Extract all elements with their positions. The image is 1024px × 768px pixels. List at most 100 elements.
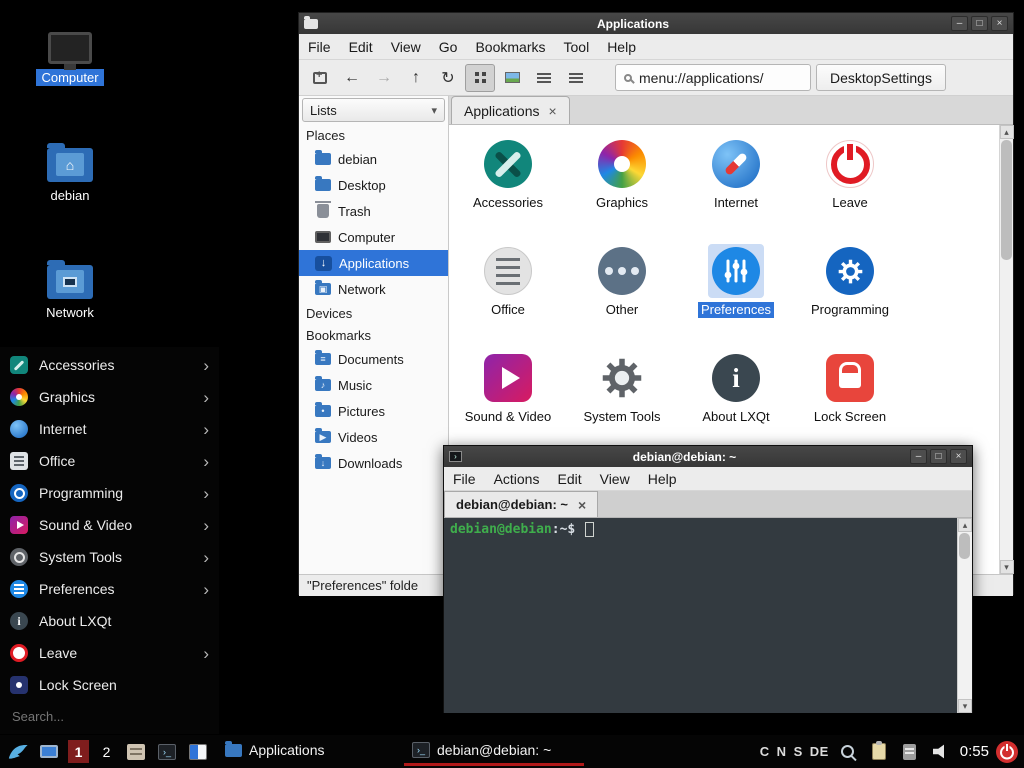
menu-bookmarks[interactable]: Bookmarks (466, 39, 554, 55)
menu-item-accessories[interactable]: Accessories › (0, 349, 219, 381)
show-desktop-button[interactable] (37, 740, 61, 764)
menu-file[interactable]: File (444, 471, 485, 487)
quicklaunch-terminal-button[interactable]: ›_ (155, 740, 179, 764)
tray-clipboard-button[interactable] (867, 740, 891, 764)
sidebar-item-music[interactable]: ♪ Music (299, 372, 448, 398)
fm-icon-sound-video[interactable]: Sound & Video (451, 351, 565, 458)
sidebar-item-applications[interactable]: ↓ Applications (299, 250, 448, 276)
numlock-indicator[interactable]: N (777, 744, 787, 759)
scroll-down-icon[interactable]: ▾ (1000, 560, 1014, 574)
volume-button[interactable] (929, 740, 953, 764)
detailed-view-button[interactable] (561, 64, 591, 92)
menu-edit[interactable]: Edit (340, 39, 382, 55)
fm-icon-accessories[interactable]: Accessories (451, 137, 565, 244)
menu-item-internet[interactable]: Internet › (0, 413, 219, 445)
sidebar-item-videos[interactable]: ▶ Videos (299, 424, 448, 450)
clock[interactable]: 0:55 (960, 743, 989, 760)
sidebar-item-pictures[interactable]: • Pictures (299, 398, 448, 424)
menu-actions[interactable]: Actions (485, 471, 549, 487)
menu-item-system-tools[interactable]: System Tools › (0, 541, 219, 573)
task-terminal[interactable]: ›_ debian@debian: ~ (404, 737, 584, 766)
scroll-up-icon[interactable]: ▴ (1000, 125, 1014, 139)
tab-close-icon[interactable]: × (578, 498, 586, 512)
menu-help[interactable]: Help (598, 39, 645, 55)
menu-view[interactable]: View (591, 471, 639, 487)
menu-tool[interactable]: Tool (555, 39, 599, 55)
menu-item-sound-video[interactable]: Sound & Video › (0, 509, 219, 541)
tray-search-button[interactable] (836, 740, 860, 764)
menu-go[interactable]: Go (430, 39, 467, 55)
menu-item-about-lxqt[interactable]: About LXQt (0, 605, 219, 637)
up-button[interactable]: ↑ (401, 64, 431, 92)
scroll-up-icon[interactable]: ▴ (958, 518, 972, 532)
search-input[interactable] (12, 709, 207, 724)
desktop-icon-debian[interactable]: ⌂ debian (24, 138, 116, 204)
back-button[interactable]: ← (337, 64, 367, 92)
sidebar-item-network[interactable]: ▣ Network (299, 276, 448, 302)
sidebar-mode-select[interactable]: Lists ▾ (302, 98, 445, 122)
sidebar-item-trash[interactable]: Trash (299, 198, 448, 224)
scrolllock-indicator[interactable]: S (794, 744, 803, 759)
sidebar-item-downloads[interactable]: ↓ Downloads (299, 450, 448, 476)
path-bar[interactable]: menu://applications/ (615, 64, 811, 91)
workspace-2-button[interactable]: 2 (96, 740, 117, 763)
menu-item-leave[interactable]: Leave › (0, 637, 219, 669)
fm-icon-preferences[interactable]: Preferences (679, 244, 793, 351)
menu-file[interactable]: File (299, 39, 340, 55)
desktop-icon-computer[interactable]: Computer (24, 20, 116, 86)
menu-help[interactable]: Help (639, 471, 686, 487)
fm-icon-lock-screen[interactable]: Lock Screen (793, 351, 907, 458)
fm-icon-office[interactable]: Office (451, 244, 565, 351)
menu-view[interactable]: View (382, 39, 430, 55)
quicklaunch-file-manager-button[interactable] (124, 740, 148, 764)
menu-item-graphics[interactable]: Graphics › (0, 381, 219, 413)
maximize-button[interactable]: □ (930, 449, 947, 464)
desktopsettings-breadcrumb-button[interactable]: DesktopSettings (816, 64, 946, 91)
menu-edit[interactable]: Edit (548, 471, 590, 487)
icon-view-button[interactable] (465, 64, 495, 92)
close-button[interactable]: × (991, 16, 1008, 31)
forward-button[interactable]: → (369, 64, 399, 92)
sidebar-item-debian[interactable]: debian (299, 146, 448, 172)
tray-updates-button[interactable] (898, 740, 922, 764)
fm-icon-leave[interactable]: Leave (793, 137, 907, 244)
sidebar-item-computer[interactable]: Computer (299, 224, 448, 250)
terminal-scrollbar[interactable]: ▴ ▾ (957, 518, 972, 713)
thumbnail-view-button[interactable] (497, 64, 527, 92)
compact-view-button[interactable] (529, 64, 559, 92)
power-button[interactable] (996, 741, 1018, 763)
fm-icon-about-lxqt[interactable]: About LXQt (679, 351, 793, 458)
close-button[interactable]: × (950, 449, 967, 464)
sidebar-item-documents[interactable]: ≡ Documents (299, 346, 448, 372)
terminal-output[interactable]: debian@debian:~$ (444, 518, 957, 713)
workspace-1-button[interactable]: 1 (68, 740, 89, 763)
minimize-button[interactable]: – (910, 449, 927, 464)
desktop-icon-network[interactable]: Network (24, 255, 116, 321)
tab-applications[interactable]: Applications × (451, 96, 570, 124)
menu-item-office[interactable]: Office › (0, 445, 219, 477)
menu-item-programming[interactable]: Programming › (0, 477, 219, 509)
terminal-tab[interactable]: debian@debian: ~ × (444, 491, 598, 517)
menu-item-preferences[interactable]: Preferences › (0, 573, 219, 605)
fm-scrollbar[interactable]: ▴ ▾ (999, 125, 1013, 574)
task-applications[interactable]: Applications (217, 737, 397, 766)
refresh-button[interactable]: ↻ (433, 64, 463, 92)
capslock-indicator[interactable]: C (760, 744, 770, 759)
tab-close-icon[interactable]: × (549, 104, 557, 118)
fm-icon-programming[interactable]: Programming (793, 244, 907, 351)
fm-icon-internet[interactable]: Internet (679, 137, 793, 244)
new-tab-button[interactable] (305, 64, 335, 92)
maximize-button[interactable]: □ (971, 16, 988, 31)
quicklaunch-editor-button[interactable] (186, 740, 210, 764)
fm-icon-other[interactable]: Other (565, 244, 679, 351)
fm-titlebar[interactable]: Applications – □ × (299, 13, 1013, 34)
scroll-down-icon[interactable]: ▾ (958, 699, 972, 713)
minimize-button[interactable]: – (951, 16, 968, 31)
lxqt-menu-button[interactable] (6, 740, 30, 764)
terminal-titlebar[interactable]: › debian@debian: ~ – □ × (444, 446, 972, 467)
fm-icon-system-tools[interactable]: System Tools (565, 351, 679, 458)
keyboard-layout-indicator[interactable]: DE (810, 744, 829, 759)
menu-item-lock-screen[interactable]: Lock Screen (0, 669, 219, 701)
sidebar-item-desktop[interactable]: Desktop (299, 172, 448, 198)
fm-icon-graphics[interactable]: Graphics (565, 137, 679, 244)
